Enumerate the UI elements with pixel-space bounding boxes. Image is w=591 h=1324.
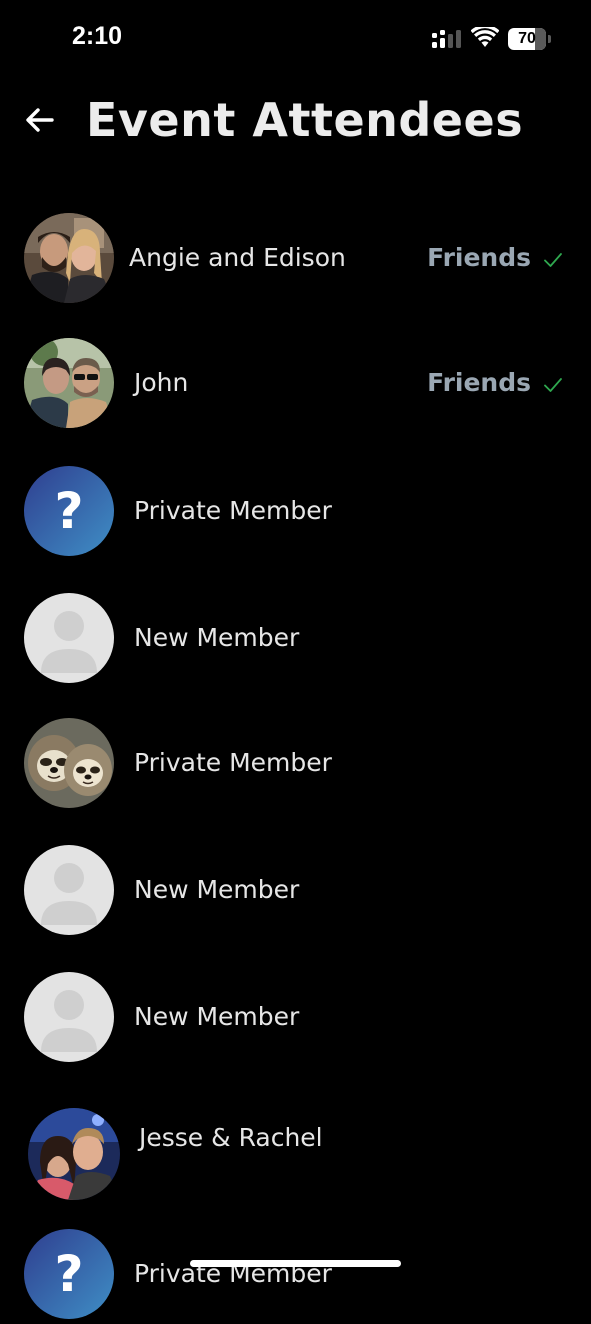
attendee-name: Angie and Edison: [129, 243, 346, 272]
default-person-avatar: [24, 972, 114, 1062]
back-arrow-icon: [26, 108, 54, 132]
attendee-row[interactable]: Angie and Edison Friends: [0, 208, 591, 308]
battery-indicator: 70: [508, 28, 551, 50]
default-person-avatar: [24, 593, 114, 683]
attendee-row[interactable]: ? Private Member: [0, 461, 591, 561]
checkmark-icon: [544, 377, 562, 392]
attendee-row[interactable]: John Friends: [0, 333, 591, 433]
couple-photo-avatar: [28, 1108, 120, 1200]
attendee-row[interactable]: New Member: [0, 840, 591, 940]
cellular-signal-icon: [432, 30, 461, 48]
friend-status: Friends: [427, 208, 563, 308]
battery-level: 70: [518, 30, 536, 47]
battery-body: 70: [508, 28, 546, 50]
status-bar: 2:10 70: [0, 0, 591, 80]
friends-label: Friends: [427, 243, 531, 272]
attendee-row[interactable]: New Member: [0, 967, 591, 1067]
friend-status: Friends: [427, 333, 563, 433]
attendee-row[interactable]: ? Private Member: [0, 1224, 591, 1324]
svg-text:?: ?: [54, 1245, 83, 1303]
attendee-name: New Member: [134, 1002, 300, 1031]
attendee-name: Private Member: [134, 748, 332, 777]
attendee-name: John: [134, 368, 189, 397]
page-title: Event Attendees: [86, 93, 524, 147]
wifi-icon: [471, 27, 499, 47]
attendee-row[interactable]: Jesse & Rachel: [0, 1103, 591, 1203]
home-indicator[interactable]: [190, 1260, 401, 1267]
question-mark-avatar: ?: [24, 1229, 114, 1319]
couple-photo-avatar: [24, 338, 114, 428]
question-mark-avatar: ?: [24, 466, 114, 556]
attendee-name: Private Member: [134, 496, 332, 525]
status-time: 2:10: [72, 22, 123, 50]
attendee-name: New Member: [134, 623, 300, 652]
friends-label: Friends: [427, 368, 531, 397]
svg-text:?: ?: [54, 482, 83, 540]
header: Event Attendees: [0, 88, 591, 152]
sloth-photo-avatar: [24, 718, 114, 808]
attendee-name: New Member: [134, 875, 300, 904]
battery-cap: [548, 35, 551, 43]
attendee-name: Jesse & Rachel: [139, 1123, 323, 1152]
back-button[interactable]: [22, 102, 58, 138]
attendee-name: Private Member: [134, 1259, 332, 1288]
attendee-row[interactable]: New Member: [0, 588, 591, 688]
default-person-avatar: [24, 845, 114, 935]
couple-photo-avatar: [24, 213, 114, 303]
attendee-row[interactable]: Private Member: [0, 713, 591, 813]
checkmark-icon: [544, 252, 562, 267]
